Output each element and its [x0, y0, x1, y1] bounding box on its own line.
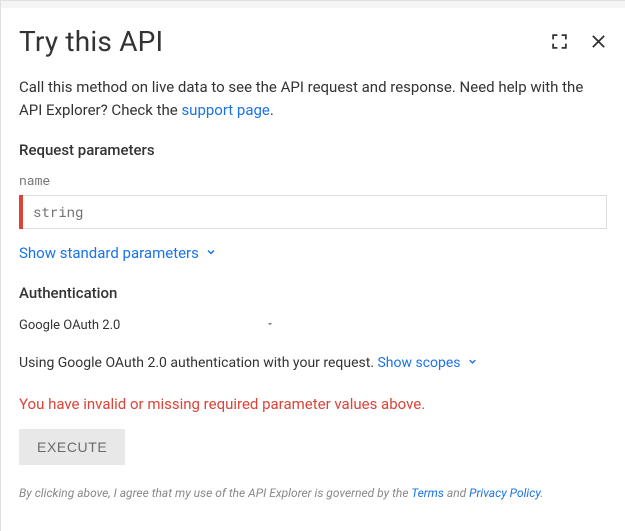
- auth-section: Authentication Google OAuth 2.0 Using Go…: [19, 284, 607, 371]
- disclaimer-suffix: .: [540, 486, 543, 500]
- disclaimer-and: and: [444, 486, 469, 500]
- page-title: Try this API: [19, 25, 163, 58]
- description-suffix: .: [270, 101, 274, 119]
- show-standard-parameters-label: Show standard parameters: [19, 244, 199, 262]
- auth-dropdown-selected: Google OAuth 2.0: [19, 318, 120, 333]
- execute-button[interactable]: EXECUTE: [19, 429, 125, 465]
- auth-description: Using Google OAuth 2.0 authentication wi…: [19, 355, 607, 371]
- name-input[interactable]: [23, 195, 607, 229]
- param-name-label: name: [19, 171, 607, 189]
- param-input-wrap: [19, 195, 607, 229]
- fullscreen-icon[interactable]: [551, 33, 568, 50]
- support-page-link[interactable]: support page: [181, 101, 269, 119]
- description-text: Call this method on live data to see the…: [19, 76, 607, 123]
- request-params-header: Request parameters: [19, 141, 607, 159]
- disclaimer-text: By clicking above, I agree that my use o…: [19, 485, 607, 502]
- show-scopes-link[interactable]: Show scopes: [377, 355, 477, 371]
- chevron-down-icon: [467, 355, 478, 371]
- privacy-policy-link[interactable]: Privacy Policy: [469, 486, 540, 500]
- dropdown-caret-icon: [265, 318, 275, 333]
- auth-desc-text: Using Google OAuth 2.0 authentication wi…: [19, 355, 377, 371]
- error-message: You have invalid or missing required par…: [19, 395, 607, 413]
- auth-header: Authentication: [19, 284, 607, 302]
- close-icon[interactable]: [590, 33, 607, 50]
- terms-link[interactable]: Terms: [411, 486, 444, 500]
- header-icons: [551, 33, 607, 50]
- auth-dropdown[interactable]: Google OAuth 2.0: [19, 314, 275, 337]
- description-prefix: Call this method on live data to see the…: [19, 78, 583, 119]
- show-scopes-label: Show scopes: [377, 355, 460, 371]
- chevron-down-icon: [205, 244, 217, 262]
- show-standard-parameters-link[interactable]: Show standard parameters: [19, 244, 217, 262]
- header-row: Try this API: [19, 25, 607, 58]
- api-explorer-panel: Try this API Call this method on live da…: [0, 0, 625, 531]
- disclaimer-prefix: By clicking above, I agree that my use o…: [19, 486, 411, 500]
- top-border: [1, 1, 625, 8]
